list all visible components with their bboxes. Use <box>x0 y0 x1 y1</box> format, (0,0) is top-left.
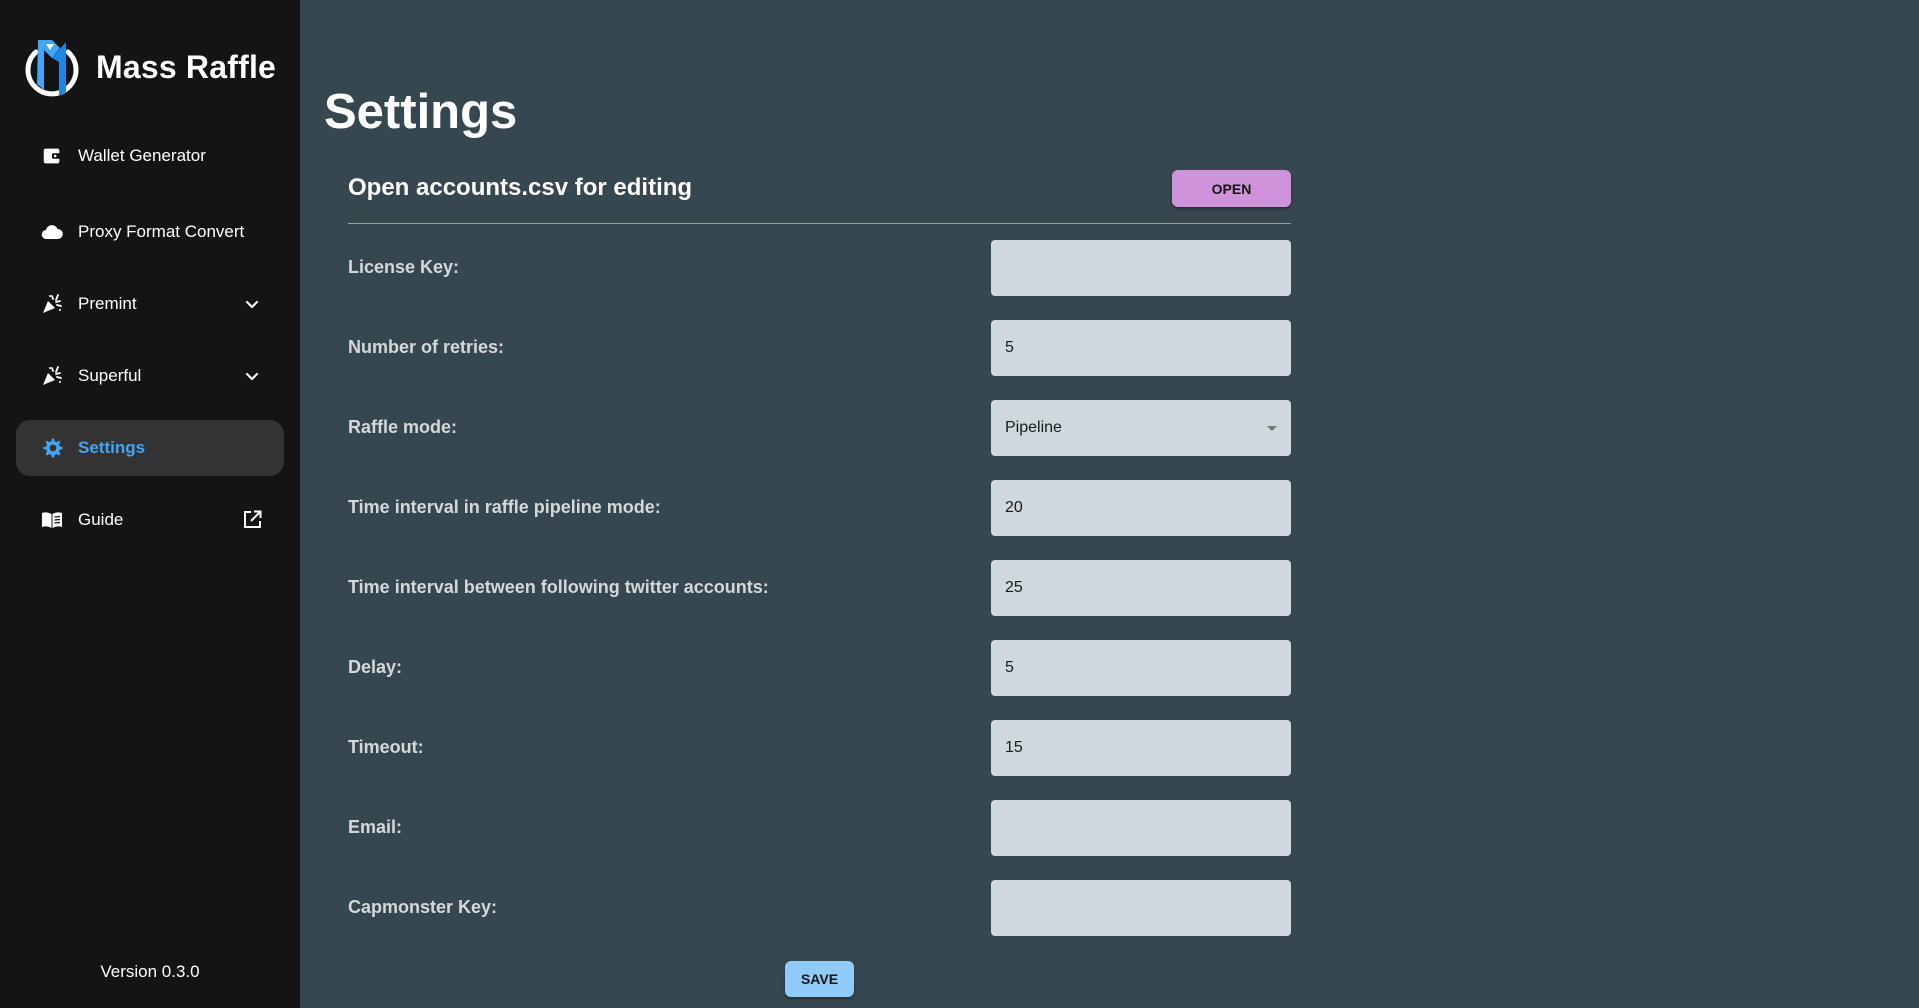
raffle-mode-value: Pipeline <box>1005 419 1062 436</box>
twitter-interval-label: Time interval between following twitter … <box>348 577 769 597</box>
party-popper-icon <box>40 292 64 316</box>
app-version: Version 0.3.0 <box>100 962 200 981</box>
sidebar-item-premint[interactable]: Premint <box>16 276 284 332</box>
chevron-down-icon[interactable] <box>240 364 264 388</box>
timeout-input[interactable]: 15 <box>991 720 1291 776</box>
license-key-row: License Key: <box>348 240 1291 296</box>
pipeline-interval-input[interactable]: 20 <box>991 480 1291 536</box>
pipeline-interval-label: Time interval in raffle pipeline mode: <box>348 497 661 517</box>
twitter-interval-row: Time interval between following twitter … <box>348 560 1291 616</box>
app-name: Mass Raffle <box>96 48 277 85</box>
gear-icon <box>40 436 64 460</box>
timeout-row: Timeout: 15 <box>348 720 1291 776</box>
sidebar-item-settings[interactable]: Settings <box>16 420 284 476</box>
email-row: Email: <box>348 800 1291 856</box>
main-content: Settings Open accounts.csv for editing O… <box>300 0 1919 1008</box>
open-accounts-button[interactable]: OPEN <box>1172 170 1291 207</box>
page-title: Settings <box>324 85 518 139</box>
save-button[interactable]: SAVE <box>785 961 854 997</box>
party-popper-icon <box>40 364 64 388</box>
retries-input[interactable]: 5 <box>991 320 1291 376</box>
dropdown-caret-icon <box>1267 426 1277 431</box>
license-key-input[interactable] <box>991 240 1291 296</box>
sidebar-item-superful[interactable]: Superful <box>16 348 284 404</box>
delay-row: Delay: 5 <box>348 640 1291 696</box>
sidebar-item-label: Settings <box>78 438 146 457</box>
external-link-icon[interactable] <box>240 508 264 532</box>
pipeline-interval-row: Time interval in raffle pipeline mode: 2… <box>348 480 1291 536</box>
capmonster-key-row: Capmonster Key: <box>348 880 1291 936</box>
sidebar: Mass Raffle Wallet Generator Proxy Forma… <box>0 0 300 1008</box>
chevron-down-icon[interactable] <box>240 292 264 316</box>
delay-label: Delay: <box>348 657 403 677</box>
sidebar-item-label: Proxy Format Convert <box>78 222 245 241</box>
twitter-interval-input[interactable]: 25 <box>991 560 1291 616</box>
license-key-label: License Key: <box>348 257 460 277</box>
sidebar-item-guide[interactable]: Guide <box>16 492 284 548</box>
retries-label: Number of retries: <box>348 337 505 357</box>
sidebar-item-label: Wallet Generator <box>78 146 206 165</box>
delay-input[interactable]: 5 <box>991 640 1291 696</box>
email-input[interactable] <box>991 800 1291 856</box>
raffle-mode-label: Raffle mode: <box>348 417 458 437</box>
sidebar-item-label: Superful <box>78 366 142 385</box>
capmonster-key-input[interactable] <box>991 880 1291 936</box>
sidebar-item-label: Guide <box>78 510 124 529</box>
wallet-icon <box>40 144 64 168</box>
sidebar-item-proxy-format-convert[interactable]: Proxy Format Convert <box>16 204 284 260</box>
book-icon <box>40 508 64 532</box>
cloud-icon <box>40 220 64 244</box>
raffle-mode-row: Raffle mode: Pipeline <box>348 400 1291 456</box>
brand: Mass Raffle <box>22 34 276 100</box>
email-label: Email: <box>348 817 403 837</box>
retries-row: Number of retries: 5 <box>348 320 1291 376</box>
raffle-mode-select[interactable]: Pipeline <box>991 400 1291 456</box>
sidebar-item-label: Premint <box>78 294 137 313</box>
mass-raffle-logo <box>25 40 79 97</box>
capmonster-key-label: Capmonster Key: <box>348 897 498 917</box>
sidebar-item-wallet-generator[interactable]: Wallet Generator <box>16 128 284 184</box>
accounts-label: Open accounts.csv for editing <box>348 174 693 201</box>
timeout-label: Timeout: <box>348 737 424 757</box>
accounts-section: Open accounts.csv for editing OPEN <box>348 170 1291 224</box>
